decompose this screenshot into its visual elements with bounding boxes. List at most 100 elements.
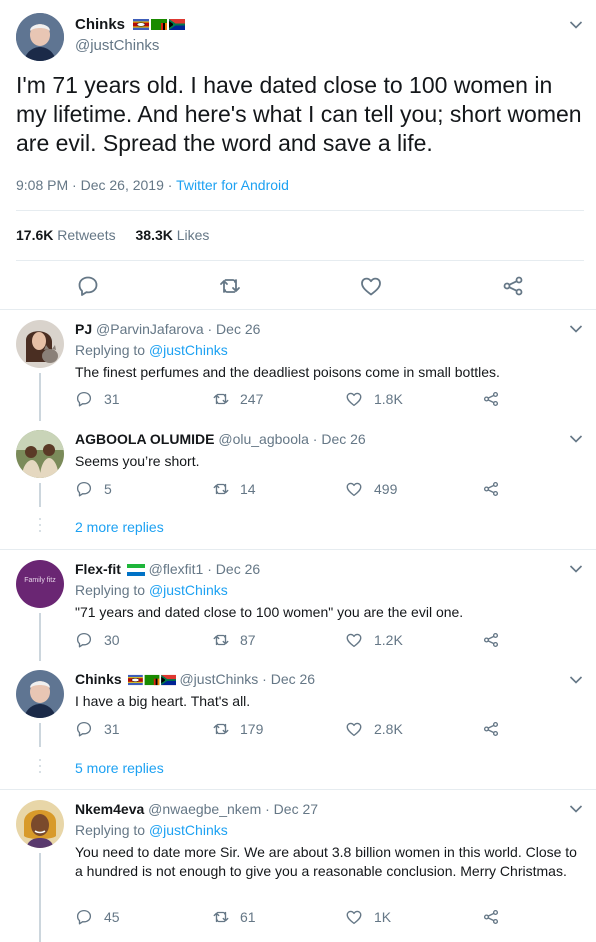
avatar[interactable] xyxy=(16,670,64,718)
show-more-replies-link[interactable]: 2 more replies xyxy=(75,519,164,535)
likes-stat[interactable]: 38.3K Likes xyxy=(136,227,210,243)
display-name[interactable]: Flex-fit xyxy=(75,561,121,577)
replying-to-link[interactable]: @justChinks xyxy=(149,582,228,598)
thread-line xyxy=(39,613,41,661)
replying-to-link[interactable]: @justChinks xyxy=(149,822,228,838)
handle[interactable]: @justChinks xyxy=(179,671,258,687)
thread-line xyxy=(39,723,41,747)
chevron-down-icon[interactable] xyxy=(569,324,583,334)
share-icon[interactable] xyxy=(501,274,525,298)
reply-icon[interactable] xyxy=(76,274,100,298)
reply-count: 5 xyxy=(104,481,112,497)
more-dots-icon xyxy=(39,759,41,773)
share-icon[interactable] xyxy=(482,908,500,926)
tweet-text: The finest perfumes and the deadliest po… xyxy=(75,364,500,380)
retweet-count: 61 xyxy=(240,909,256,925)
reply-count: 31 xyxy=(104,721,120,737)
tweet-time[interactable]: 9:08 PM xyxy=(16,177,68,193)
tweet-text: You need to date more Sir. We are about … xyxy=(75,844,577,879)
replying-to-label: Replying to xyxy=(75,822,146,838)
chevron-down-icon[interactable] xyxy=(569,564,583,574)
display-name[interactable]: AGBOOLA OLUMIDE xyxy=(75,431,214,447)
like-icon[interactable] xyxy=(345,480,363,498)
handle[interactable]: @flexfit1 xyxy=(149,561,204,577)
share-icon[interactable] xyxy=(482,631,500,649)
chevron-down-icon[interactable] xyxy=(569,434,583,444)
share-icon[interactable] xyxy=(482,480,500,498)
retweet-count: 179 xyxy=(240,721,264,737)
retweet-icon[interactable] xyxy=(212,390,230,408)
flag-icons xyxy=(131,18,187,31)
reply-count: 45 xyxy=(104,909,120,925)
avatar[interactable] xyxy=(16,430,64,478)
like-count: 1.8K xyxy=(374,391,403,407)
tweet-date[interactable]: · Dec 27 xyxy=(265,801,318,817)
share-icon[interactable] xyxy=(482,720,500,738)
handle[interactable]: @ParvinJafarova xyxy=(96,321,204,337)
retweet-icon[interactable] xyxy=(212,720,230,738)
tweet-date[interactable]: · Dec 26 xyxy=(207,561,260,577)
like-icon[interactable] xyxy=(345,908,363,926)
like-icon[interactable] xyxy=(345,631,363,649)
chevron-down-icon[interactable] xyxy=(569,20,583,30)
retweets-count: 17.6K xyxy=(16,227,54,243)
reply-icon[interactable] xyxy=(75,480,93,498)
avatar[interactable] xyxy=(16,320,64,368)
tweet-text: Seems you’re short. xyxy=(75,453,200,469)
divider xyxy=(0,789,596,790)
like-count: 499 xyxy=(374,481,398,497)
reply-icon[interactable] xyxy=(75,631,93,649)
retweet-icon[interactable] xyxy=(212,631,230,649)
reply-icon[interactable] xyxy=(75,908,93,926)
show-more-replies-link[interactable]: 5 more replies xyxy=(75,760,164,776)
tweet-date[interactable]: Dec 26, 2019 xyxy=(81,177,164,193)
retweet-icon[interactable] xyxy=(212,480,230,498)
like-icon[interactable] xyxy=(345,390,363,408)
like-icon[interactable] xyxy=(359,274,383,298)
divider xyxy=(16,260,584,261)
tweet-date[interactable]: · Dec 26 xyxy=(208,321,261,337)
flag-icon xyxy=(127,564,145,576)
retweet-icon[interactable] xyxy=(218,274,242,298)
display-name[interactable]: Chinks xyxy=(75,671,122,687)
avatar[interactable]: Family fitz xyxy=(16,560,64,608)
more-dots-icon xyxy=(39,518,41,532)
display-name[interactable]: Nkem4eva xyxy=(75,801,144,817)
chevron-down-icon[interactable] xyxy=(569,675,583,685)
avatar[interactable] xyxy=(16,800,64,848)
reply-icon[interactable] xyxy=(75,720,93,738)
tweet-source[interactable]: Twitter for Android xyxy=(176,177,289,193)
likes-count: 38.3K xyxy=(135,227,173,243)
chevron-down-icon[interactable] xyxy=(569,804,583,814)
meta-separator: · xyxy=(167,177,173,193)
display-name[interactable]: PJ xyxy=(75,321,92,337)
like-icon[interactable] xyxy=(345,720,363,738)
share-icon[interactable] xyxy=(482,390,500,408)
tweet-text: I have a big heart. That's all. xyxy=(75,693,251,709)
thread-line xyxy=(39,483,41,507)
tweet-date[interactable]: · Dec 26 xyxy=(262,671,315,687)
handle[interactable]: @olu_agboola xyxy=(218,431,309,447)
handle[interactable]: @justChinks xyxy=(75,37,159,54)
divider xyxy=(0,549,596,550)
divider xyxy=(16,210,584,211)
display-name[interactable]: Chinks xyxy=(75,16,125,33)
reply-count: 31 xyxy=(104,391,120,407)
handle[interactable]: @nwaegbe_nkem xyxy=(148,801,261,817)
tweet-date[interactable]: · Dec 26 xyxy=(313,431,366,447)
retweets-stat[interactable]: 17.6K Retweets xyxy=(16,227,116,243)
replying-to-label: Replying to xyxy=(75,342,146,358)
flag-icons xyxy=(128,674,176,686)
thread-line xyxy=(39,853,41,942)
retweet-count: 14 xyxy=(240,481,256,497)
tweet-text: I'm 71 years old. I have dated close to … xyxy=(16,72,582,156)
retweet-icon[interactable] xyxy=(212,908,230,926)
retweet-count: 247 xyxy=(240,391,264,407)
reply-count: 30 xyxy=(104,632,120,648)
reply-icon[interactable] xyxy=(75,390,93,408)
divider xyxy=(0,309,596,310)
replying-to-label: Replying to xyxy=(75,582,146,598)
likes-label: Likes xyxy=(176,227,210,243)
replying-to-link[interactable]: @justChinks xyxy=(149,342,228,358)
avatar[interactable] xyxy=(16,13,64,61)
